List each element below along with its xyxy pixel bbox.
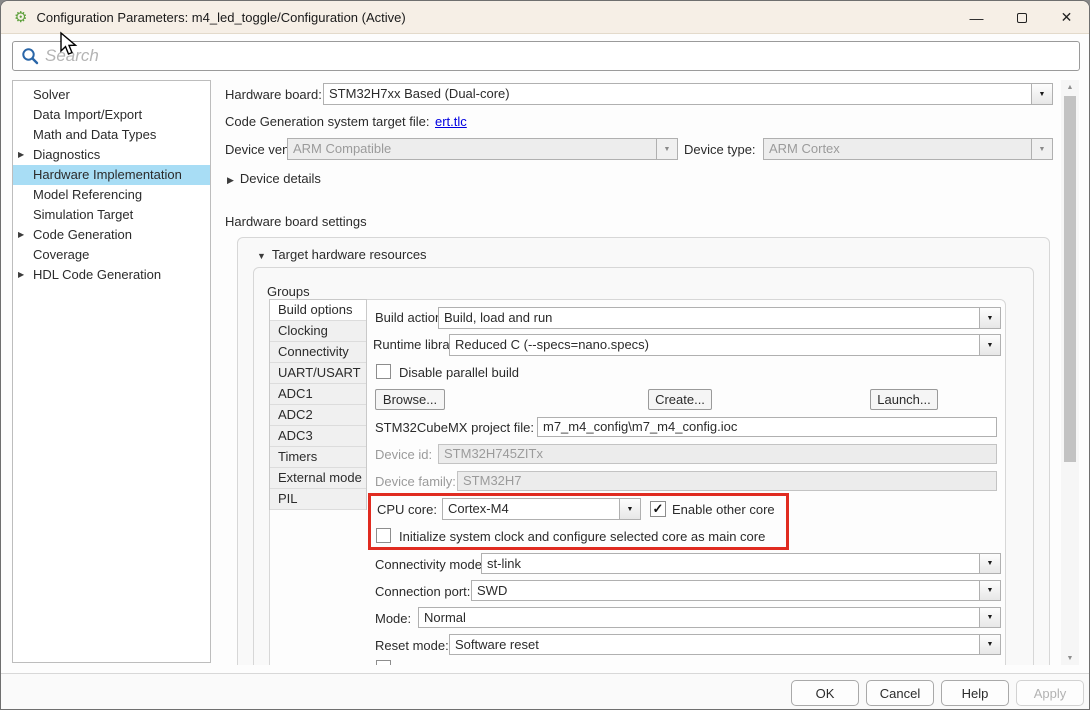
device-type-label: Device type:: [684, 142, 756, 157]
category-sidebar: Solver Data Import/Export Math and Data …: [12, 80, 211, 663]
group-row-build-options[interactable]: Build options: [270, 300, 366, 321]
close-button[interactable]: ✕: [1044, 1, 1089, 34]
cancel-button[interactable]: Cancel: [866, 680, 934, 706]
connectivity-mode-dropdown[interactable]: st-link ▼: [481, 553, 1001, 574]
dropdown-arrow-icon: ▼: [1032, 138, 1053, 160]
device-id-label: Device id:: [375, 447, 432, 462]
configuration-parameters-dialog: ⚙ Configuration Parameters: m4_led_toggl…: [0, 0, 1090, 710]
sidebar-item-code-generation[interactable]: ▶Code Generation: [13, 225, 210, 245]
sidebar-item-hdl-code-generation[interactable]: ▶HDL Code Generation: [13, 265, 210, 285]
expand-right-icon[interactable]: ▶: [18, 265, 24, 285]
sidebar-item-data-import-export[interactable]: Data Import/Export: [13, 105, 210, 125]
dropdown-arrow-icon[interactable]: ▼: [980, 607, 1001, 628]
connectivity-mode-label: Connectivity mode:: [375, 557, 486, 572]
hardware-board-dropdown[interactable]: STM32H7xx Based (Dual-core) ▼: [323, 83, 1053, 105]
ok-button[interactable]: OK: [791, 680, 859, 706]
dropdown-arrow-icon[interactable]: ▼: [1032, 83, 1053, 105]
dropdown-arrow-icon: ▼: [657, 138, 678, 160]
apply-button[interactable]: Apply: [1016, 680, 1084, 706]
create-button[interactable]: Create...: [648, 389, 712, 410]
target-file-label: Code Generation system target file:: [225, 114, 430, 129]
sidebar-item-diagnostics[interactable]: ▶Diagnostics: [13, 145, 210, 165]
device-id-field: STM32H745ZITx: [438, 444, 997, 464]
reset-mode-dropdown[interactable]: Software reset ▼: [449, 634, 1001, 655]
connection-port-dropdown[interactable]: SWD ▼: [471, 580, 1001, 601]
group-row-pil[interactable]: PIL: [270, 489, 366, 510]
launch-button[interactable]: Launch...: [870, 389, 938, 410]
scroll-down-icon[interactable]: ▼: [1061, 651, 1079, 665]
expand-right-icon[interactable]: ▶: [18, 225, 24, 245]
dialog-footer: OK Cancel Help Apply: [1, 673, 1089, 710]
group-row-adc2[interactable]: ADC2: [270, 405, 366, 426]
minimize-button[interactable]: —: [954, 1, 999, 34]
simulink-settings-icon: ⚙: [14, 10, 27, 25]
window-title: Configuration Parameters: m4_led_toggle/…: [36, 10, 405, 25]
sidebar-item-hardware-implementation[interactable]: Hardware Implementation: [13, 165, 210, 185]
hardware-board-label: Hardware board:: [225, 87, 322, 102]
clipped-checkbox[interactable]: [376, 660, 391, 665]
group-row-adc3[interactable]: ADC3: [270, 426, 366, 447]
title-bar: ⚙ Configuration Parameters: m4_led_toggl…: [1, 1, 1089, 34]
browse-button[interactable]: Browse...: [375, 389, 445, 410]
target-hardware-resources-expander[interactable]: ▼Target hardware resources: [257, 247, 427, 262]
ert-tlc-link[interactable]: ert.tlc: [435, 114, 467, 129]
project-file-input[interactable]: m7_m4_config\m7_m4_config.ioc: [537, 417, 997, 437]
groups-list: Build options Clocking Connectivity UART…: [269, 299, 367, 510]
init-system-clock-checkbox[interactable]: [376, 528, 391, 543]
runtime-library-dropdown[interactable]: Reduced C (--specs=nano.specs) ▼: [449, 334, 1001, 356]
cpu-core-dropdown[interactable]: Cortex-M4 ▼: [442, 498, 641, 520]
sidebar-item-simulation-target[interactable]: Simulation Target: [13, 205, 210, 225]
build-action-label: Build action:: [375, 310, 446, 325]
enable-other-core-label: Enable other core: [672, 502, 775, 517]
disable-parallel-build-checkbox[interactable]: [376, 364, 391, 379]
group-row-timers[interactable]: Timers: [270, 447, 366, 468]
enable-other-core-checkbox[interactable]: ✓: [650, 501, 666, 517]
group-row-external-mode[interactable]: External mode: [270, 468, 366, 489]
init-system-clock-label: Initialize system clock and configure se…: [399, 529, 765, 544]
dropdown-arrow-icon[interactable]: ▼: [980, 553, 1001, 574]
search-icon: [21, 47, 39, 65]
connection-port-label: Connection port:: [375, 584, 470, 599]
maximize-button[interactable]: [999, 1, 1044, 34]
build-action-dropdown[interactable]: Build, load and run ▼: [438, 307, 1001, 329]
search-input[interactable]: Search: [12, 41, 1080, 71]
reset-mode-label: Reset mode:: [375, 638, 449, 653]
expand-right-icon: ▶: [227, 175, 234, 185]
check-icon: ✓: [653, 501, 664, 517]
expand-down-icon: ▼: [257, 251, 266, 261]
maximize-icon: [1017, 13, 1027, 23]
group-row-uart-usart[interactable]: UART/USART: [270, 363, 366, 384]
sidebar-item-solver[interactable]: Solver: [13, 85, 210, 105]
sidebar-item-model-referencing[interactable]: Model Referencing: [13, 185, 210, 205]
groups-label: Groups: [267, 284, 310, 299]
device-details-expander[interactable]: ▶Device details: [227, 171, 321, 186]
device-family-field: STM32H7: [457, 471, 997, 491]
scroll-up-icon[interactable]: ▲: [1061, 80, 1079, 94]
scrollbar-thumb[interactable]: [1064, 96, 1076, 462]
help-button[interactable]: Help: [941, 680, 1009, 706]
expand-right-icon[interactable]: ▶: [18, 145, 24, 165]
device-type-dropdown: ARM Cortex ▼: [763, 138, 1053, 160]
disable-parallel-build-label: Disable parallel build: [399, 365, 519, 380]
mode-dropdown[interactable]: Normal ▼: [418, 607, 1001, 628]
dropdown-arrow-icon[interactable]: ▼: [620, 498, 641, 520]
mode-label: Mode:: [375, 611, 411, 626]
group-row-connectivity[interactable]: Connectivity: [270, 342, 366, 363]
sidebar-item-math-and-data-types[interactable]: Math and Data Types: [13, 125, 210, 145]
mouse-cursor: [58, 31, 80, 57]
project-file-label: STM32CubeMX project file:: [375, 420, 534, 435]
device-family-label: Device family:: [375, 474, 456, 489]
group-row-clocking[interactable]: Clocking: [270, 321, 366, 342]
vertical-scrollbar[interactable]: ▲ ▼: [1061, 80, 1079, 665]
dropdown-arrow-icon[interactable]: ▼: [980, 634, 1001, 655]
group-row-adc1[interactable]: ADC1: [270, 384, 366, 405]
dropdown-arrow-icon[interactable]: ▼: [980, 307, 1001, 329]
sidebar-item-coverage[interactable]: Coverage: [13, 245, 210, 265]
main-panel: Hardware board: STM32H7xx Based (Dual-co…: [219, 80, 1059, 665]
dropdown-arrow-icon[interactable]: ▼: [980, 334, 1001, 356]
dropdown-arrow-icon[interactable]: ▼: [980, 580, 1001, 601]
cpu-core-label: CPU core:: [377, 502, 437, 517]
device-vendor-dropdown: ARM Compatible ▼: [287, 138, 678, 160]
hardware-board-settings-label: Hardware board settings: [225, 214, 367, 229]
